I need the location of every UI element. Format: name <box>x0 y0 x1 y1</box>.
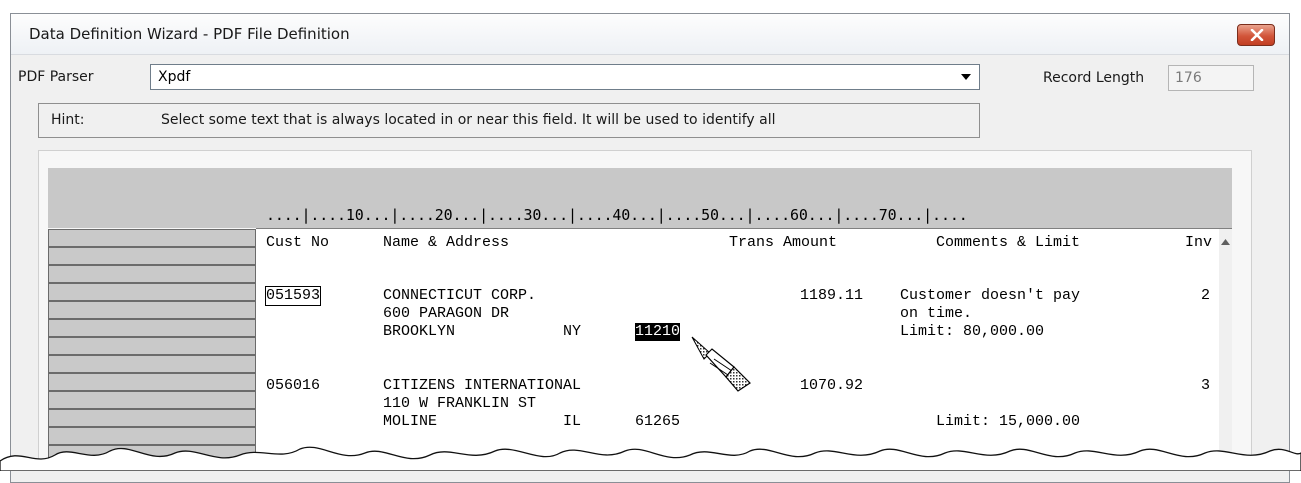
row-header[interactable] <box>48 319 256 337</box>
hint-box: Hint: Select some text that is always lo… <box>38 103 980 138</box>
header-comments-limit: Comments & Limit <box>936 234 1081 251</box>
close-icon <box>1250 29 1264 41</box>
vertical-scrollbar[interactable] <box>1219 229 1232 471</box>
record-comment: on time. <box>900 305 973 322</box>
torn-edge-decoration <box>0 446 1301 471</box>
record-name: CITIZENS INTERNATIONAL <box>383 377 582 394</box>
header-trans-amount: Trans Amount <box>729 234 838 251</box>
record-limit: Limit: 15,000.00 <box>936 413 1081 430</box>
record-inv: 2 <box>1201 287 1211 304</box>
record-zip: 61265 <box>635 413 681 430</box>
record-inv: 3 <box>1201 377 1211 394</box>
scroll-up-arrow-icon[interactable] <box>1221 239 1230 245</box>
record-street: 600 PARAGON DR <box>383 305 510 322</box>
record-city: MOLINE <box>383 413 438 430</box>
record-comment: Customer doesn't pay <box>900 287 1081 304</box>
row-header[interactable] <box>48 391 256 409</box>
header-cust-no: Cust No <box>266 234 330 251</box>
title-bar: Data Definition Wizard - PDF File Defini… <box>11 14 1289 55</box>
selected-cust-no[interactable]: 051593 <box>264 286 322 306</box>
record-limit: Limit: 80,000.00 <box>900 323 1045 340</box>
row-header[interactable] <box>48 265 256 283</box>
header-name-address: Name & Address <box>383 234 510 251</box>
highlighted-zip[interactable]: 11210 <box>635 323 681 341</box>
report-preview[interactable]: Cust No Name & Address Trans Amount Comm… <box>256 229 1219 471</box>
row-header[interactable] <box>48 409 256 427</box>
pdf-parser-label: PDF Parser <box>18 69 94 85</box>
record-state: IL <box>563 413 582 430</box>
highlighter-cursor-icon <box>691 336 751 392</box>
record-street: 110 W FRANKLIN ST <box>383 395 537 412</box>
record-cust-no: 056016 <box>266 377 321 394</box>
row-header[interactable] <box>48 337 256 355</box>
window-title: Data Definition Wizard - PDF File Defini… <box>29 25 350 43</box>
record-length-label: Record Length <box>1043 70 1145 86</box>
hint-label: Hint: <box>51 112 85 128</box>
row-header[interactable] <box>48 355 256 373</box>
row-header[interactable] <box>48 229 256 247</box>
close-button[interactable] <box>1237 24 1275 46</box>
record-name: CONNECTICUT CORP. <box>383 287 537 304</box>
header-inv: Inv <box>1185 234 1213 251</box>
record-length-field[interactable]: 176 <box>1168 65 1254 91</box>
pdf-parser-select[interactable]: Xpdf <box>150 64 980 90</box>
row-header[interactable] <box>48 247 256 265</box>
record-city: BROOKLYN <box>383 323 456 340</box>
pdf-parser-value: Xpdf <box>158 69 191 85</box>
record-amount: 1070.92 <box>800 377 864 394</box>
record-state: NY <box>563 323 582 340</box>
chevron-down-icon <box>961 74 971 80</box>
hint-text: Select some text that is always located … <box>161 112 776 128</box>
row-header[interactable] <box>48 301 256 319</box>
column-ruler: ....|....10...|....20...|....30...|....4… <box>266 206 968 224</box>
record-amount: 1189.11 <box>800 287 864 304</box>
row-header[interactable] <box>48 373 256 391</box>
row-header[interactable] <box>48 283 256 301</box>
